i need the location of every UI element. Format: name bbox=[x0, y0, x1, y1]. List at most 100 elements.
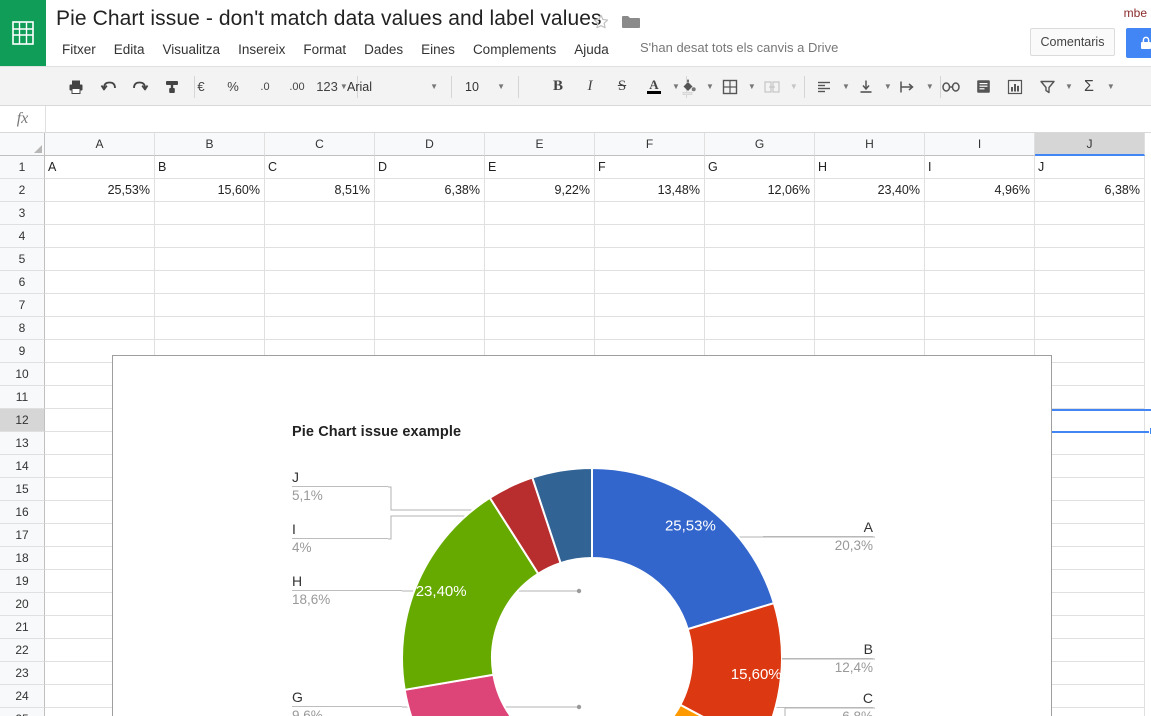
row-header-5[interactable]: 5 bbox=[0, 248, 45, 271]
redo-icon[interactable] bbox=[127, 74, 153, 100]
chevron-down-icon[interactable]: ▼ bbox=[1107, 82, 1115, 91]
cell-B4[interactable] bbox=[155, 225, 265, 248]
column-header-j[interactable]: J bbox=[1035, 133, 1145, 156]
row-header-23[interactable]: 23 bbox=[0, 662, 45, 685]
menu-item-ajuda[interactable]: Ajuda bbox=[565, 42, 618, 57]
cell-C3[interactable] bbox=[265, 202, 375, 225]
cell-I7[interactable] bbox=[925, 294, 1035, 317]
cell-I4[interactable] bbox=[925, 225, 1035, 248]
select-all-corner[interactable] bbox=[0, 133, 45, 156]
cell-I5[interactable] bbox=[925, 248, 1035, 271]
cell-G3[interactable] bbox=[705, 202, 815, 225]
functions-button[interactable]: Σ bbox=[1076, 74, 1102, 100]
row-header-24[interactable]: 24 bbox=[0, 685, 45, 708]
chevron-down-icon[interactable]: ▼ bbox=[884, 82, 892, 91]
row-header-12[interactable]: 12 bbox=[0, 409, 45, 432]
star-icon[interactable] bbox=[592, 13, 610, 31]
cell-I8[interactable] bbox=[925, 317, 1035, 340]
cell-C5[interactable] bbox=[265, 248, 375, 271]
text-color-button[interactable]: A bbox=[641, 74, 667, 100]
insert-chart-icon[interactable] bbox=[1002, 74, 1028, 100]
menu-item-insereix[interactable]: Insereix bbox=[229, 42, 294, 57]
row-header-6[interactable]: 6 bbox=[0, 271, 45, 294]
cell-I1[interactable]: I bbox=[925, 156, 1035, 179]
cell-J2[interactable]: 6,38% bbox=[1035, 179, 1145, 202]
currency-format-button[interactable]: € bbox=[188, 74, 214, 100]
cell-A4[interactable] bbox=[45, 225, 155, 248]
vertical-align-icon[interactable] bbox=[853, 74, 879, 100]
cell-H1[interactable]: H bbox=[815, 156, 925, 179]
menu-item-edita[interactable]: Edita bbox=[105, 42, 154, 57]
cell-H5[interactable] bbox=[815, 248, 925, 271]
cell-D7[interactable] bbox=[375, 294, 485, 317]
donut-chart[interactable]: 25,53%15,60%8,51%9,22%13,48%12,06%23,40% bbox=[402, 466, 782, 716]
menu-item-eines[interactable]: Eines bbox=[412, 42, 464, 57]
row-header-9[interactable]: 9 bbox=[0, 340, 45, 363]
cell-D1[interactable]: D bbox=[375, 156, 485, 179]
cell-G4[interactable] bbox=[705, 225, 815, 248]
cell-C4[interactable] bbox=[265, 225, 375, 248]
row-header-3[interactable]: 3 bbox=[0, 202, 45, 225]
cell-B2[interactable]: 15,60% bbox=[155, 179, 265, 202]
sheets-logo-icon[interactable] bbox=[0, 0, 46, 66]
undo-icon[interactable] bbox=[95, 74, 121, 100]
insert-link-icon[interactable] bbox=[938, 74, 964, 100]
chevron-down-icon[interactable]: ▼ bbox=[842, 82, 850, 91]
cell-F7[interactable] bbox=[595, 294, 705, 317]
cell-E6[interactable] bbox=[485, 271, 595, 294]
cell-E8[interactable] bbox=[485, 317, 595, 340]
column-header-b[interactable]: B bbox=[155, 133, 265, 156]
cell-H3[interactable] bbox=[815, 202, 925, 225]
chevron-down-icon[interactable]: ▼ bbox=[926, 82, 934, 91]
insert-comment-icon[interactable] bbox=[970, 74, 996, 100]
cell-A5[interactable] bbox=[45, 248, 155, 271]
cell-C2[interactable]: 8,51% bbox=[265, 179, 375, 202]
row-header-17[interactable]: 17 bbox=[0, 524, 45, 547]
cell-H4[interactable] bbox=[815, 225, 925, 248]
cell-G1[interactable]: G bbox=[705, 156, 815, 179]
menu-item-fitxer[interactable]: Fitxer bbox=[58, 42, 105, 57]
cell-F6[interactable] bbox=[595, 271, 705, 294]
strikethrough-button[interactable]: S bbox=[609, 74, 635, 100]
cell-H7[interactable] bbox=[815, 294, 925, 317]
cell-J3[interactable] bbox=[1035, 202, 1145, 225]
cell-B7[interactable] bbox=[155, 294, 265, 317]
cell-G8[interactable] bbox=[705, 317, 815, 340]
cell-J1[interactable]: J bbox=[1035, 156, 1145, 179]
menu-item-complements[interactable]: Complements bbox=[464, 42, 565, 57]
fill-color-icon[interactable] bbox=[675, 74, 701, 100]
cell-B1[interactable]: B bbox=[155, 156, 265, 179]
cell-D8[interactable] bbox=[375, 317, 485, 340]
cell-A6[interactable] bbox=[45, 271, 155, 294]
column-header-f[interactable]: F bbox=[595, 133, 705, 156]
percent-format-button[interactable]: % bbox=[220, 74, 246, 100]
increase-decimal-button[interactable]: .00 bbox=[284, 74, 310, 100]
filter-icon[interactable] bbox=[1034, 74, 1060, 100]
cell-C6[interactable] bbox=[265, 271, 375, 294]
text-wrapping-icon[interactable] bbox=[895, 74, 921, 100]
cell-J6[interactable] bbox=[1035, 271, 1145, 294]
chart-object[interactable]: Pie Chart issue example J 5,1% I 4% H 18… bbox=[112, 355, 1052, 716]
row-header-1[interactable]: 1 bbox=[0, 156, 45, 179]
menu-item-dades[interactable]: Dades bbox=[355, 42, 412, 57]
cell-G2[interactable]: 12,06% bbox=[705, 179, 815, 202]
row-header-22[interactable]: 22 bbox=[0, 639, 45, 662]
row-header-7[interactable]: 7 bbox=[0, 294, 45, 317]
cell-E7[interactable] bbox=[485, 294, 595, 317]
decrease-decimal-button[interactable]: .0 bbox=[252, 74, 278, 100]
cell-G5[interactable] bbox=[705, 248, 815, 271]
cell-F2[interactable]: 13,48% bbox=[595, 179, 705, 202]
cell-F3[interactable] bbox=[595, 202, 705, 225]
cell-C1[interactable]: C bbox=[265, 156, 375, 179]
cell-J4[interactable] bbox=[1035, 225, 1145, 248]
cell-H8[interactable] bbox=[815, 317, 925, 340]
row-header-14[interactable]: 14 bbox=[0, 455, 45, 478]
cell-F1[interactable]: F bbox=[595, 156, 705, 179]
cell-G6[interactable] bbox=[705, 271, 815, 294]
cell-I6[interactable] bbox=[925, 271, 1035, 294]
row-header-25[interactable]: 25 bbox=[0, 708, 45, 716]
formula-input[interactable] bbox=[46, 106, 1151, 132]
cell-G7[interactable] bbox=[705, 294, 815, 317]
cell-J5[interactable] bbox=[1035, 248, 1145, 271]
cell-A7[interactable] bbox=[45, 294, 155, 317]
